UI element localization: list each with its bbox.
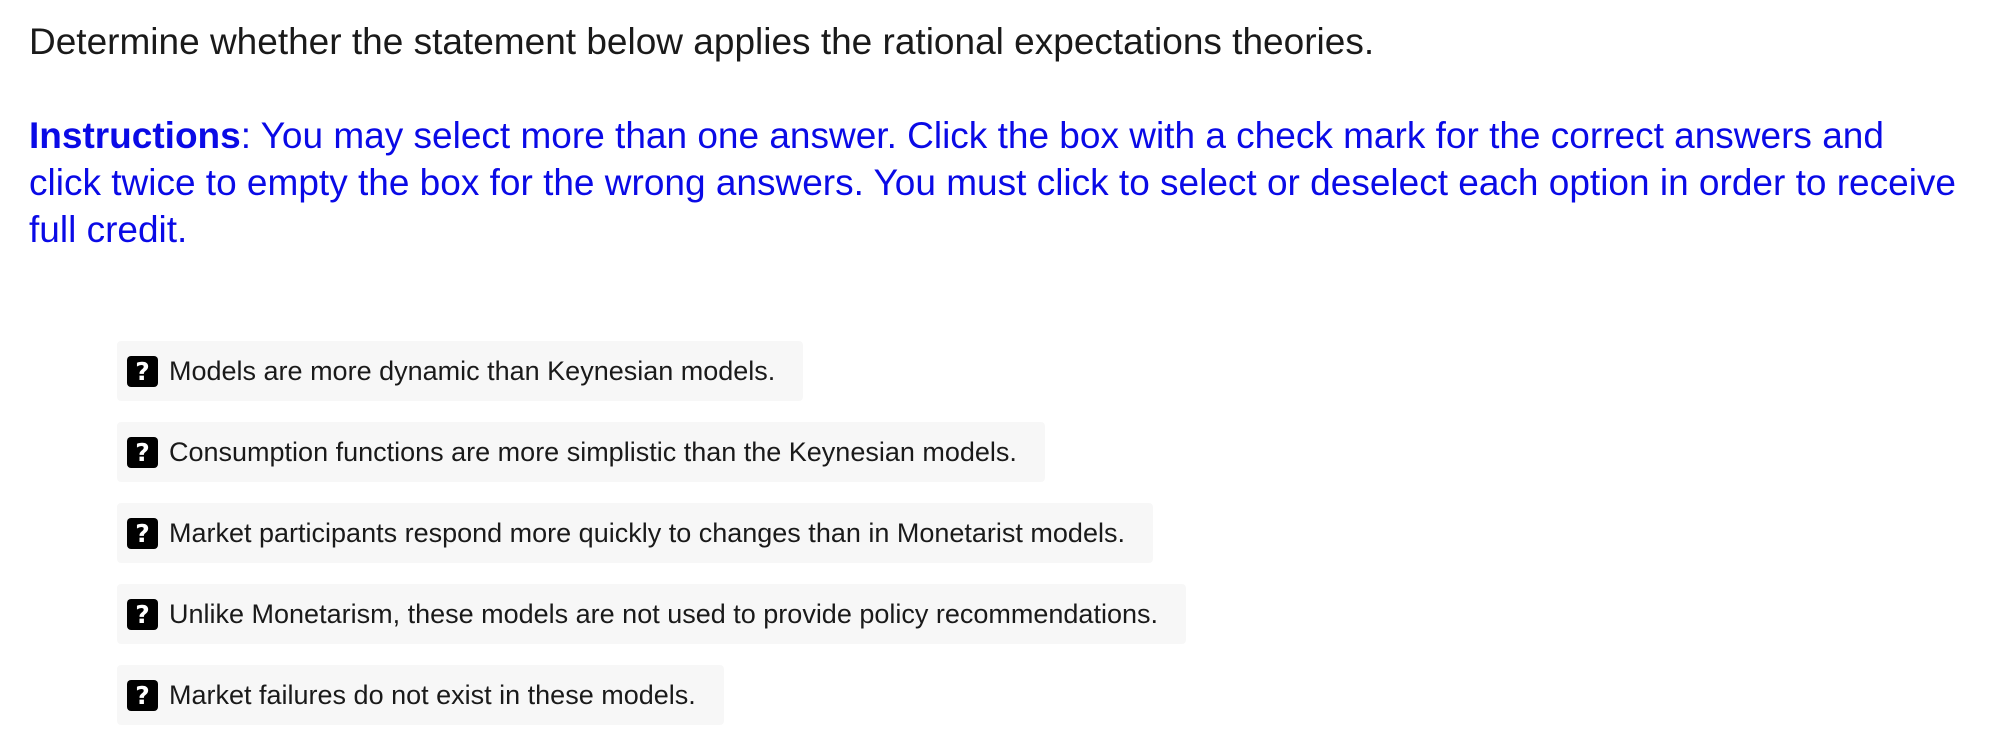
question-container: Determine whether the statement below ap… — [29, 18, 1989, 253]
question-mark-icon[interactable]: ? — [127, 679, 158, 711]
question-mark-icon[interactable]: ? — [127, 436, 158, 468]
instructions-label: Instructions — [29, 115, 241, 156]
option-label: Models are more dynamic than Keynesian m… — [169, 356, 776, 386]
instructions-text: : You may select more than one answer. C… — [29, 115, 1956, 250]
option-label: Unlike Monetarism, these models are not … — [169, 599, 1158, 629]
option-label: Market failures do not exist in these mo… — [169, 680, 696, 710]
question-mark-icon[interactable]: ? — [127, 517, 158, 549]
question-mark-icon[interactable]: ? — [127, 598, 158, 630]
instructions: Instructions: You may select more than o… — [29, 112, 1959, 253]
option-5[interactable]: ? Market failures do not exist in these … — [117, 665, 724, 725]
option-4[interactable]: ? Unlike Monetarism, these models are no… — [117, 584, 1186, 644]
option-2[interactable]: ? Consumption functions are more simplis… — [117, 422, 1045, 482]
answer-options: ? Models are more dynamic than Keynesian… — [117, 341, 1186, 746]
option-1[interactable]: ? Models are more dynamic than Keynesian… — [117, 341, 804, 401]
question-prompt: Determine whether the statement below ap… — [29, 21, 1375, 62]
option-label: Market participants respond more quickly… — [169, 518, 1125, 548]
question-mark-icon[interactable]: ? — [127, 355, 158, 387]
option-3[interactable]: ? Market participants respond more quick… — [117, 503, 1153, 563]
option-label: Consumption functions are more simplisti… — [169, 437, 1017, 467]
